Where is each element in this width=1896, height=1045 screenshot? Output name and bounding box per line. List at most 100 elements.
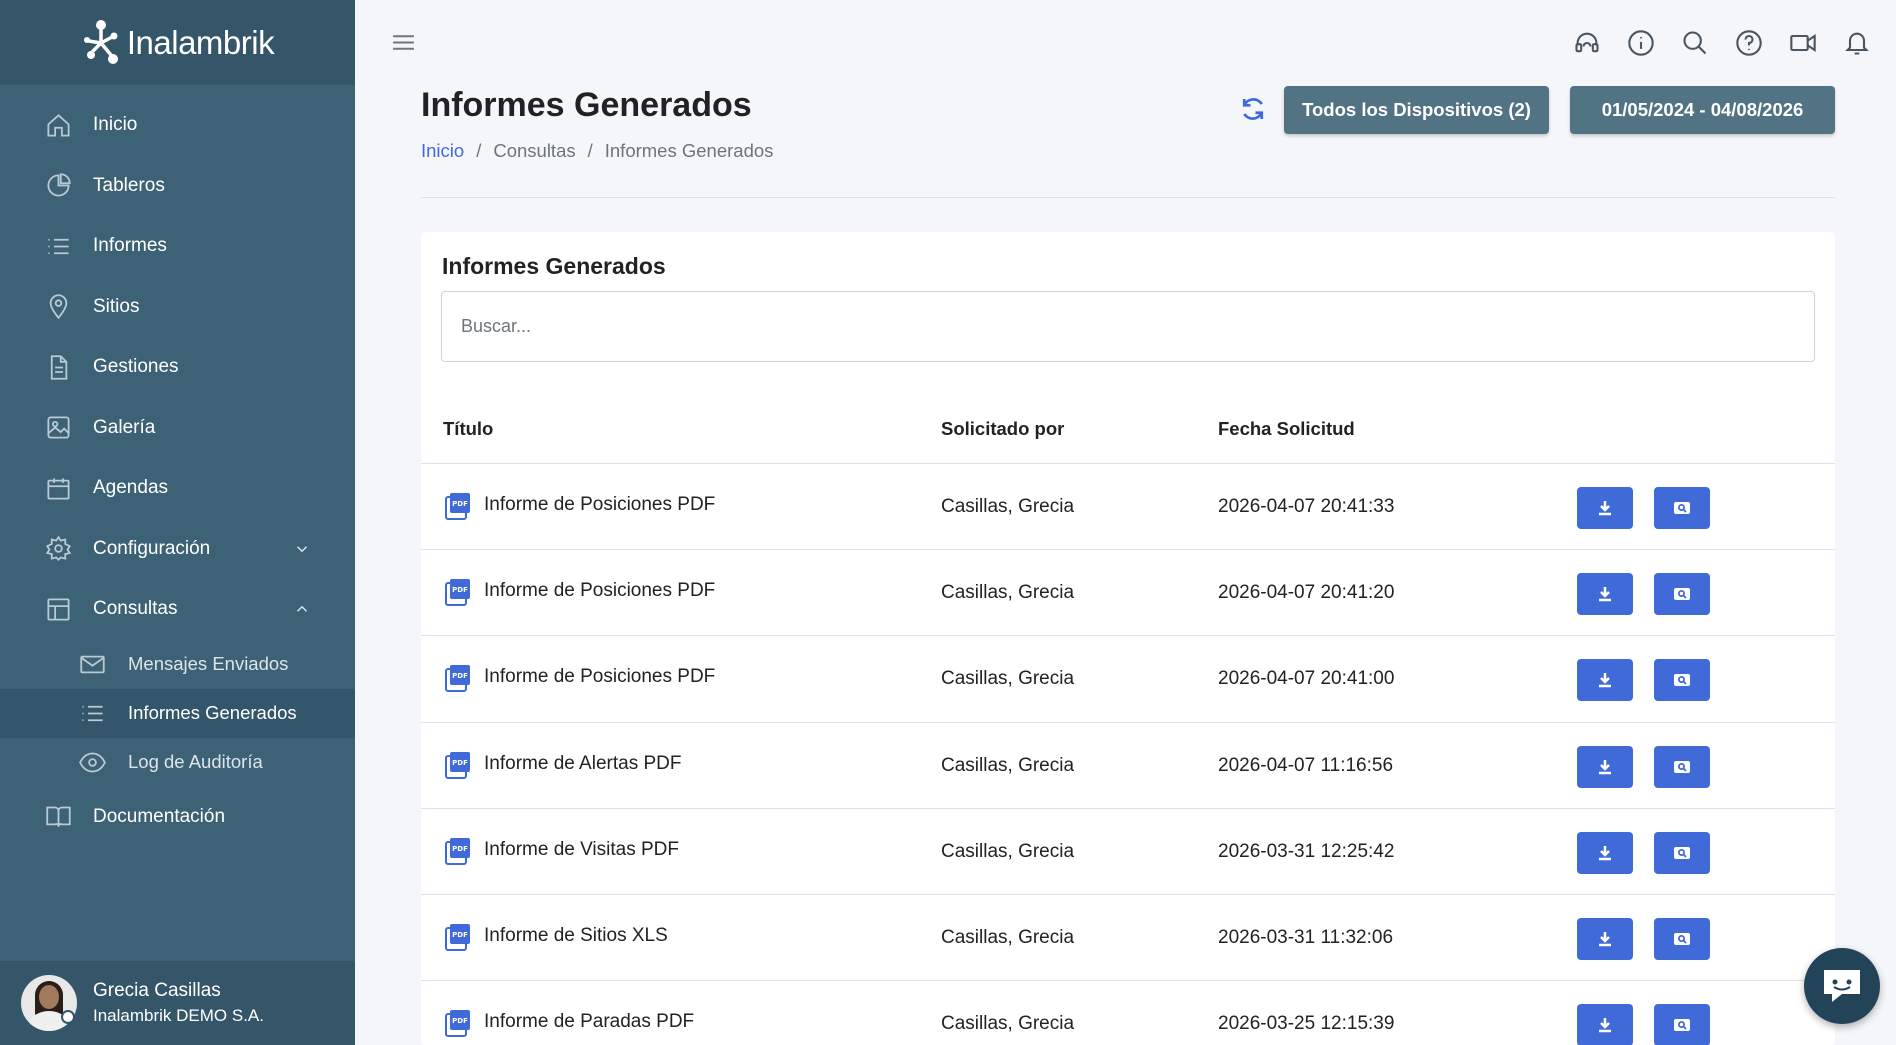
sidebar-item-informes[interactable]: Informes: [0, 216, 355, 277]
report-date: 2026-03-31 11:32:06: [1218, 926, 1394, 948]
preview-button[interactable]: [1654, 745, 1710, 788]
inalambrik-logo-icon: [83, 19, 118, 64]
user-org: Inalambrik DEMO S.A.: [93, 1006, 264, 1025]
top-toolbar: [1568, 24, 1876, 62]
preview-icon: [1674, 760, 1690, 773]
sidebar-item-label: Tableros: [93, 174, 165, 196]
sidebar-item-label: Documentación: [93, 805, 226, 827]
svg-text:PDF: PDF: [452, 759, 468, 767]
sidebar-item-sitios[interactable]: Sitios: [0, 277, 355, 338]
preview-button[interactable]: [1654, 487, 1710, 529]
list-icon: [78, 699, 106, 727]
preview-icon: [1674, 502, 1690, 514]
chevron-up-icon: [293, 600, 311, 618]
sidebar-item-label: Inicio: [93, 114, 138, 136]
pie-chart-icon: [44, 172, 72, 200]
preview-icon: [1674, 1019, 1690, 1032]
bell-icon[interactable]: [1838, 24, 1876, 62]
menu-toggle-icon[interactable]: [391, 30, 416, 55]
devices-filter-button[interactable]: Todos los Dispositivos (2): [1284, 86, 1549, 134]
refresh-icon[interactable]: [1238, 94, 1268, 124]
sidebar-item-consultas[interactable]: Consultas: [0, 579, 355, 640]
sidebar-item-inicio[interactable]: Inicio: [0, 95, 355, 156]
sidebar-subitem-log-auditoria[interactable]: Log de Auditoría: [0, 738, 355, 787]
download-button[interactable]: [1577, 745, 1633, 788]
sidebar-subitem-informes-generados[interactable]: Informes Generados: [0, 688, 355, 738]
sidebar-subitem-label: Informes Generados: [128, 702, 297, 723]
sidebar-item-tableros[interactable]: Tableros: [0, 156, 355, 217]
help-icon[interactable]: [1730, 24, 1768, 62]
preview-button[interactable]: [1654, 917, 1710, 960]
svg-text:PDF: PDF: [452, 586, 468, 594]
download-icon: [1599, 673, 1611, 688]
date-range-button[interactable]: 01/05/2024 - 04/08/2026: [1570, 86, 1835, 134]
column-header-fecha-solicitud[interactable]: Fecha Solicitud: [1218, 418, 1355, 440]
pdf-file-icon: PDF: [445, 493, 470, 520]
table-row: PDF Informe de Alertas PDF Casillas, Gre…: [421, 723, 1835, 809]
download-button[interactable]: [1577, 659, 1633, 702]
download-icon: [1599, 931, 1611, 947]
svg-text:PDF: PDF: [452, 500, 468, 508]
sidebar-item-label: Sitios: [93, 295, 140, 317]
pdf-file-icon: PDF: [445, 1010, 470, 1038]
preview-button[interactable]: [1654, 1004, 1710, 1045]
sidebar: Inalambrik Inicio Tableros Informes Siti…: [0, 0, 355, 1045]
report-requested-by: Casillas, Grecia: [941, 668, 1075, 690]
brand-name: Inalambrik: [126, 23, 275, 61]
report-date: 2026-03-31 12:25:42: [1218, 840, 1395, 862]
report-title: Informe de Posiciones PDF: [484, 494, 716, 515]
breadcrumb-separator: /: [476, 140, 482, 161]
sidebar-item-gestiones[interactable]: Gestiones: [0, 337, 355, 398]
sidebar-item-label: Galería: [93, 416, 156, 438]
table-icon: [44, 595, 72, 623]
status-dot: [61, 1010, 75, 1024]
report-date: 2026-04-07 20:41:20: [1218, 582, 1395, 604]
breadcrumb-inicio-link[interactable]: Inicio: [421, 140, 464, 162]
sidebar-item-label: Consultas: [93, 598, 178, 620]
svg-text:PDF: PDF: [452, 1017, 468, 1025]
report-title: Informe de Alertas PDF: [484, 752, 682, 774]
preview-button[interactable]: [1654, 659, 1710, 702]
search-input[interactable]: [441, 291, 1815, 362]
info-icon[interactable]: [1622, 24, 1660, 62]
chat-support-button[interactable]: [1804, 948, 1880, 1024]
sidebar-item-documentacion[interactable]: Documentación: [0, 787, 355, 848]
sidebar-item-label: Gestiones: [93, 356, 179, 378]
pdf-file-icon: PDF: [445, 665, 470, 693]
image-icon: [44, 414, 72, 442]
brand[interactable]: Inalambrik: [0, 0, 355, 85]
download-button[interactable]: [1577, 917, 1633, 960]
support-headset-icon[interactable]: [1568, 24, 1606, 62]
preview-button[interactable]: [1654, 573, 1710, 616]
preview-icon: [1674, 932, 1690, 945]
report-date: 2026-03-25 12:15:39: [1218, 1013, 1395, 1035]
sidebar-item-agendas[interactable]: Agendas: [0, 458, 355, 519]
sidebar-item-galeria[interactable]: Galería: [0, 398, 355, 459]
user-profile[interactable]: Grecia Casillas Inalambrik DEMO S.A.: [0, 961, 355, 1045]
svg-text:PDF: PDF: [452, 672, 468, 680]
search-icon[interactable]: [1676, 24, 1714, 62]
video-icon[interactable]: [1784, 24, 1822, 62]
mail-icon: [78, 650, 106, 678]
breadcrumb-consultas: Consultas: [493, 140, 576, 161]
user-name: Grecia Casillas: [93, 980, 221, 1001]
download-button[interactable]: [1577, 573, 1633, 616]
column-header-titulo[interactable]: Título: [443, 418, 493, 440]
report-title: Informe de Sitios XLS: [484, 924, 668, 946]
eye-icon: [78, 748, 106, 776]
preview-icon: [1674, 846, 1690, 859]
download-button[interactable]: [1577, 831, 1633, 874]
sidebar-item-configuracion[interactable]: Configuración: [0, 519, 355, 580]
chat-icon: [1824, 970, 1860, 1002]
book-icon: [44, 803, 72, 831]
preview-button[interactable]: [1654, 831, 1710, 874]
report-title: Informe de Posiciones PDF: [484, 666, 716, 688]
calendar-icon: [44, 474, 72, 502]
list-icon: [44, 232, 72, 260]
column-header-solicitado-por[interactable]: Solicitado por: [941, 418, 1064, 440]
page-title: Informes Generados: [421, 86, 752, 124]
sidebar-item-label: Configuración: [93, 537, 211, 559]
download-button[interactable]: [1577, 1004, 1633, 1045]
download-button[interactable]: [1577, 487, 1633, 529]
sidebar-subitem-mensajes-enviados[interactable]: Mensajes Enviados: [0, 640, 355, 689]
